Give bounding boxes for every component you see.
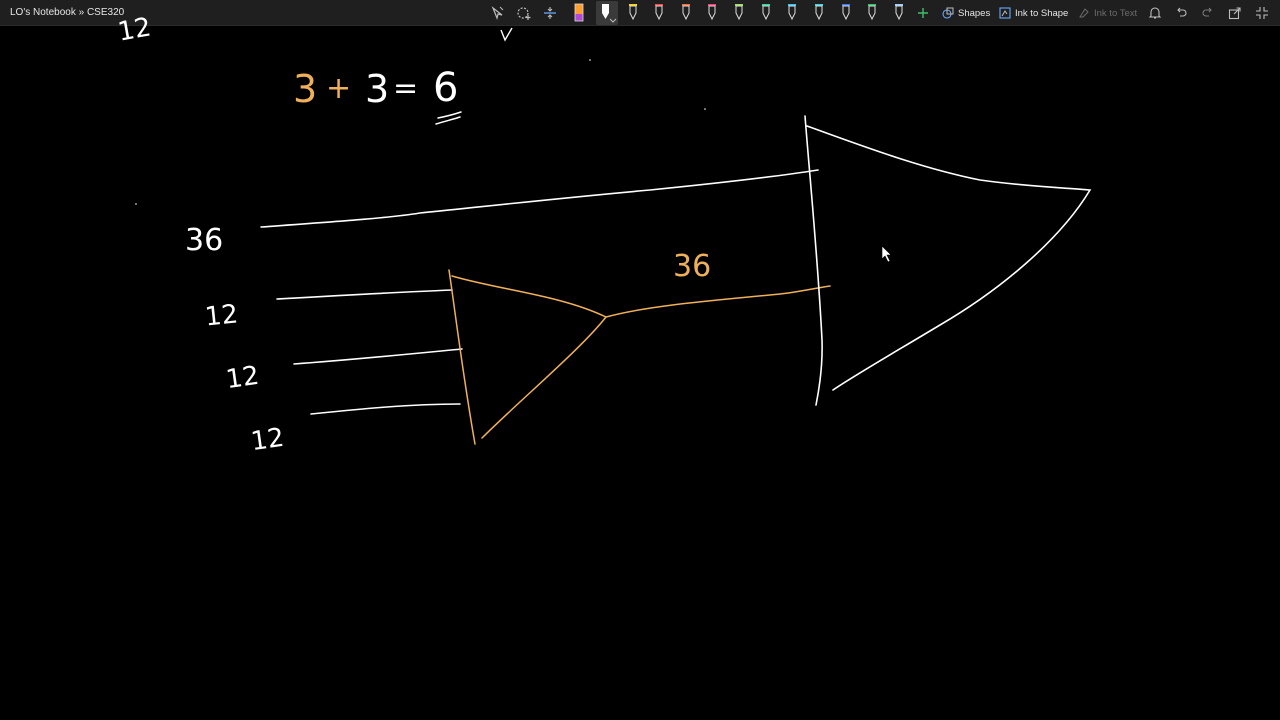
yellow-pen-icon[interactable] — [624, 1, 642, 25]
green-pen-icon[interactable] — [863, 1, 881, 25]
redo-icon[interactable] — [1199, 3, 1217, 23]
share-icon[interactable] — [1226, 3, 1244, 23]
bell-icon[interactable] — [1146, 3, 1164, 23]
lasso-select-icon[interactable] — [489, 3, 507, 23]
undo-icon[interactable] — [1172, 3, 1190, 23]
fullscreen-collapse-icon[interactable] — [1253, 3, 1271, 23]
equation-operand-b: 3 — [365, 67, 390, 111]
ink-to-shape-button[interactable]: Ink to Shape — [999, 0, 1068, 26]
ink-strokes — [135, 27, 1092, 445]
ink-canvas[interactable]: 12 3 + 3 = 6 36 12 12 12 36 — [0, 12, 1280, 720]
teal-pen-icon[interactable] — [757, 1, 775, 25]
middle-output-wire — [605, 285, 831, 318]
sky-blue-pen-icon[interactable] — [783, 1, 801, 25]
wide-input-label: 36 — [185, 223, 224, 258]
ink-to-text-button[interactable]: Ink to Text — [1078, 0, 1137, 26]
red-pen-icon[interactable] — [650, 1, 668, 25]
equation-equals: = — [393, 71, 419, 106]
pink-pen-icon[interactable] — [703, 1, 721, 25]
equation-result: 6 — [433, 65, 459, 111]
input-wire-a — [276, 289, 453, 300]
ink-to-shape-label: Ink to Shape — [1015, 7, 1069, 19]
add-space-icon[interactable] — [515, 3, 533, 23]
wide-input-wire — [260, 169, 819, 228]
input-wire-b — [293, 348, 463, 365]
insert-space-icon[interactable] — [541, 3, 559, 23]
light-green-pen-icon[interactable] — [730, 1, 748, 25]
shapes-label: Shapes — [958, 7, 991, 19]
equation-plus: + — [326, 71, 352, 106]
equation-operand-a: 3 — [293, 67, 318, 111]
small-triangle — [448, 269, 608, 445]
input-c-label: 12 — [249, 422, 287, 458]
input-a-label: 12 — [203, 299, 240, 333]
input-wire-c — [310, 403, 461, 415]
mouse-cursor-icon — [881, 245, 892, 263]
big-triangle — [804, 115, 1092, 406]
top-left-fragment-label: 12 — [115, 12, 154, 48]
ribbon-toolbar: LO's Notebook » CSE320 Shapes Ink to Sha… — [0, 0, 1280, 26]
cyan-pen-icon[interactable] — [810, 1, 828, 25]
breadcrumb[interactable]: LO's Notebook » CSE320 — [10, 0, 124, 26]
light-blue-pen-icon[interactable] — [890, 1, 908, 25]
shapes-button[interactable]: Shapes — [942, 0, 990, 26]
ink-to-text-label: Ink to Text — [1094, 7, 1138, 19]
white-pen-icon[interactable] — [596, 1, 618, 25]
orange-red-pen-icon[interactable] — [677, 1, 695, 25]
middle-output-label: 36 — [673, 249, 712, 284]
blue-pen-icon[interactable] — [837, 1, 855, 25]
result-underline — [435, 111, 462, 125]
highlighter-pen-icon[interactable] — [570, 1, 588, 25]
add-pen-icon[interactable] — [914, 3, 932, 23]
input-b-label: 12 — [224, 360, 262, 396]
